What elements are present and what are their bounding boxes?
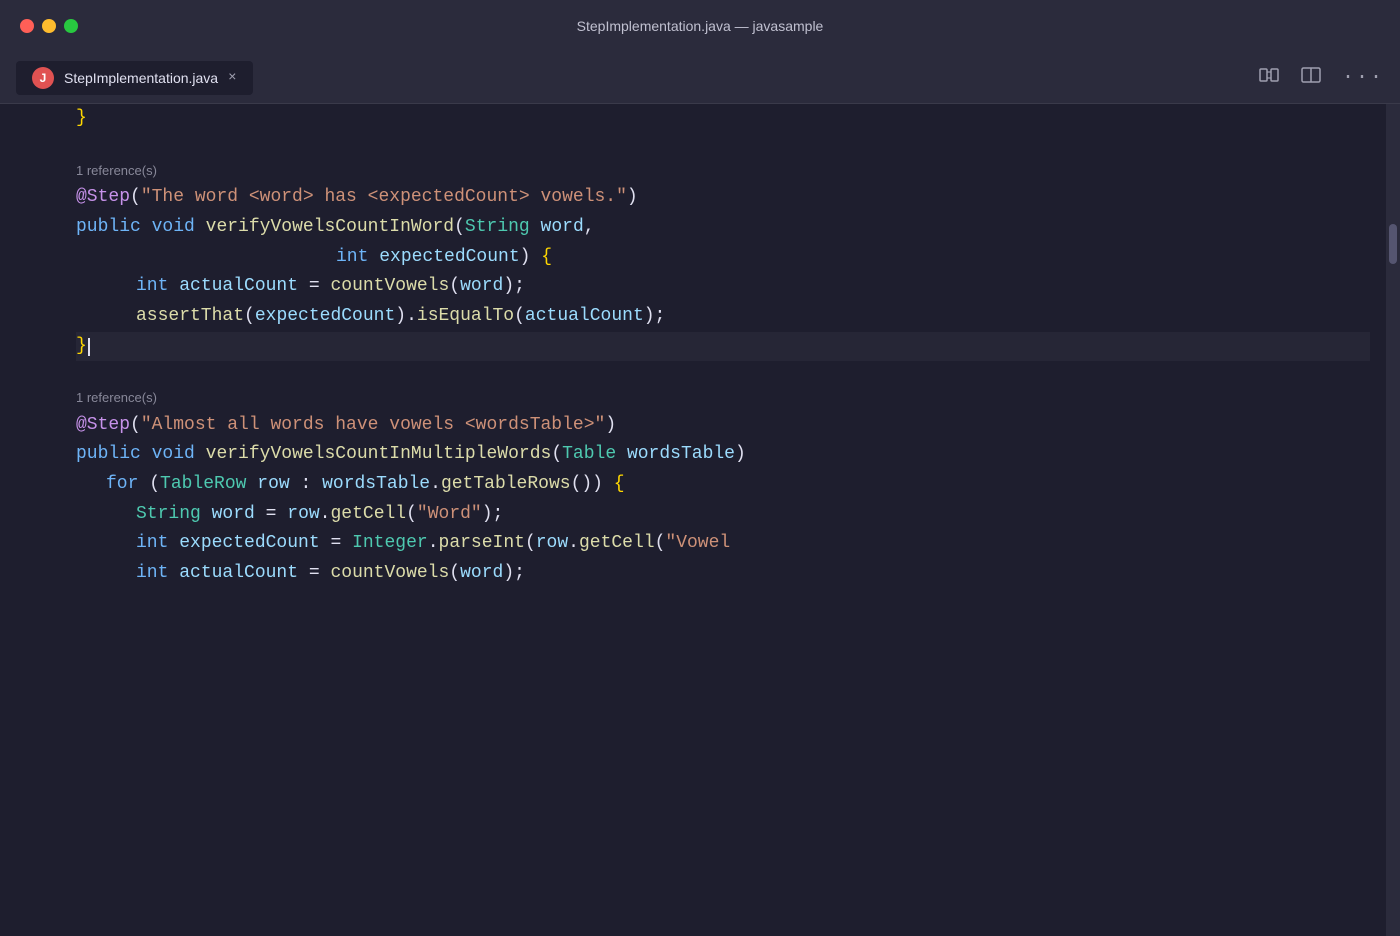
traffic-lights bbox=[20, 19, 78, 33]
code-line-annotation-1: @Step("The word <word> has <expectedCoun… bbox=[76, 183, 1370, 213]
code-line-int-actual: int actualCount = countVowels(word); bbox=[76, 272, 1370, 302]
text-cursor bbox=[88, 338, 90, 356]
spacer bbox=[76, 134, 1370, 154]
code-line-for: for (TableRow row : wordsTable.getTableR… bbox=[76, 470, 1370, 500]
code-line-method-2-sig: public void verifyVowelsCountInMultipleW… bbox=[76, 440, 1370, 470]
diff-icon[interactable] bbox=[1258, 64, 1280, 92]
line-numbers bbox=[0, 104, 60, 936]
window-title: StepImplementation.java — javasample bbox=[577, 18, 824, 34]
maximize-traffic-light[interactable] bbox=[64, 19, 78, 33]
code-line-close-brace-1: } bbox=[76, 332, 1370, 362]
tab-actions: ··· bbox=[1258, 64, 1384, 92]
tab-close-button[interactable]: × bbox=[228, 70, 236, 86]
scrollbar-track bbox=[1386, 104, 1400, 936]
code-line-method-1-param: int expectedCount) { bbox=[76, 243, 1370, 273]
java-file-icon: J bbox=[32, 67, 54, 89]
spacer bbox=[76, 361, 1370, 381]
code-line-int-expected: int expectedCount = Integer.parseInt(row… bbox=[76, 529, 1370, 559]
code-line-annotation-2: @Step("Almost all words have vowels <wor… bbox=[76, 411, 1370, 441]
code-line-assert: assertThat(expectedCount).isEqualTo(actu… bbox=[76, 302, 1370, 332]
reference-line-1: 1 reference(s) bbox=[76, 154, 1370, 183]
code-line: } bbox=[76, 104, 1370, 134]
scrollbar-thumb[interactable] bbox=[1389, 224, 1397, 264]
code-line-string-word: String word = row.getCell("Word"); bbox=[76, 500, 1370, 530]
tab-bar: J StepImplementation.java × ··· bbox=[0, 52, 1400, 104]
title-bar: StepImplementation.java — javasample bbox=[0, 0, 1400, 52]
code-content: } 1 reference(s) @Step("The word <word> … bbox=[60, 104, 1386, 936]
tab-filename: StepImplementation.java bbox=[64, 70, 218, 86]
close-traffic-light[interactable] bbox=[20, 19, 34, 33]
reference-line-2: 1 reference(s) bbox=[76, 381, 1370, 410]
code-line-int-actual-2: int actualCount = countVowels(word); bbox=[76, 559, 1370, 589]
minimize-traffic-light[interactable] bbox=[42, 19, 56, 33]
code-line-method-1-sig: public void verifyVowelsCountInWord(Stri… bbox=[76, 213, 1370, 243]
split-editor-icon[interactable] bbox=[1300, 64, 1322, 92]
code-area: } 1 reference(s) @Step("The word <word> … bbox=[0, 104, 1400, 936]
file-tab[interactable]: J StepImplementation.java × bbox=[16, 61, 253, 95]
more-options-icon[interactable]: ··· bbox=[1342, 66, 1384, 89]
